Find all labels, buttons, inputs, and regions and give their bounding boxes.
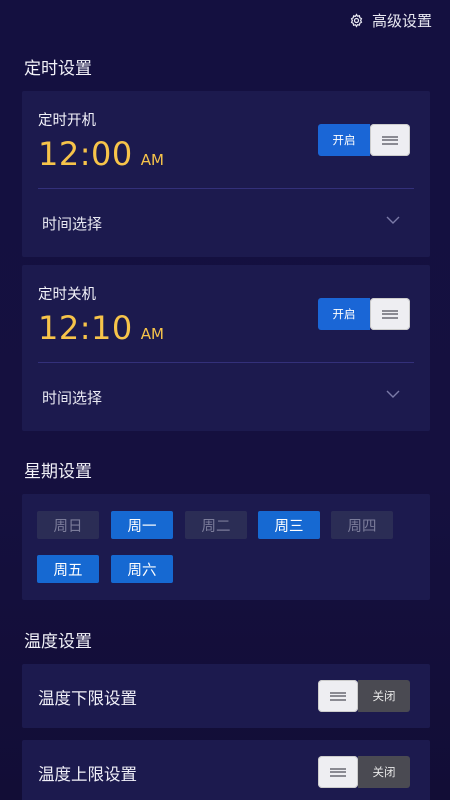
- menu-lines-icon: [318, 680, 358, 712]
- day-tuesday[interactable]: 周二: [185, 511, 247, 539]
- day-saturday[interactable]: 周六: [111, 555, 173, 583]
- temp-lower-label: 温度下限设置: [38, 689, 137, 708]
- power-off-time[interactable]: 12:10 AM: [38, 309, 164, 347]
- chevron-down-icon[interactable]: [386, 389, 400, 399]
- temp-lower-toggle[interactable]: 关闭: [318, 680, 410, 712]
- section-title-temperature: 温度设置: [24, 632, 92, 652]
- advanced-settings-label: 高级设置: [371, 12, 432, 30]
- power-off-ampm: AM: [140, 325, 164, 343]
- day-friday[interactable]: 周五: [37, 555, 99, 583]
- temp-lower-toggle-label: 关闭: [358, 680, 410, 712]
- day-monday[interactable]: 周一: [111, 511, 173, 539]
- menu-lines-icon: [370, 124, 410, 156]
- power-off-label: 定时关机: [38, 287, 96, 303]
- power-on-label: 定时开机: [38, 113, 96, 129]
- temp-upper-card: 温度上限设置 关闭: [22, 740, 430, 800]
- power-on-toggle-label: 开启: [318, 124, 370, 156]
- week-card: 周日 周一 周二 周三 周四 周五 周六: [22, 494, 430, 600]
- temp-upper-label: 温度上限设置: [38, 765, 137, 784]
- divider: [38, 362, 414, 363]
- menu-lines-icon: [318, 756, 358, 788]
- gear-icon: [350, 13, 363, 28]
- day-sunday[interactable]: 周日: [37, 511, 99, 539]
- section-title-timer: 定时设置: [24, 59, 92, 79]
- day-thursday[interactable]: 周四: [331, 511, 393, 539]
- temp-upper-toggle[interactable]: 关闭: [318, 756, 410, 788]
- power-on-time-select[interactable]: 时间选择: [42, 213, 102, 234]
- temp-lower-card: 温度下限设置 关闭: [22, 664, 430, 728]
- power-on-toggle[interactable]: 开启: [318, 124, 410, 156]
- chevron-down-icon[interactable]: [386, 215, 400, 225]
- power-on-card: 定时开机 12:00 AM 开启 时间选择: [22, 91, 430, 257]
- power-off-time-select[interactable]: 时间选择: [42, 387, 102, 408]
- divider: [38, 188, 414, 189]
- menu-lines-icon: [370, 298, 410, 330]
- power-on-time-value: 12:00: [38, 135, 133, 173]
- day-wednesday[interactable]: 周三: [258, 511, 320, 539]
- section-title-week: 星期设置: [24, 462, 92, 482]
- power-off-time-value: 12:10: [38, 309, 133, 347]
- power-off-toggle[interactable]: 开启: [318, 298, 410, 330]
- power-off-card: 定时关机 12:10 AM 开启 时间选择: [22, 265, 430, 431]
- power-on-time[interactable]: 12:00 AM: [38, 135, 164, 173]
- power-off-toggle-label: 开启: [318, 298, 370, 330]
- advanced-settings-link[interactable]: 高级设置: [349, 10, 432, 31]
- temp-upper-toggle-label: 关闭: [358, 756, 410, 788]
- power-on-ampm: AM: [140, 151, 164, 169]
